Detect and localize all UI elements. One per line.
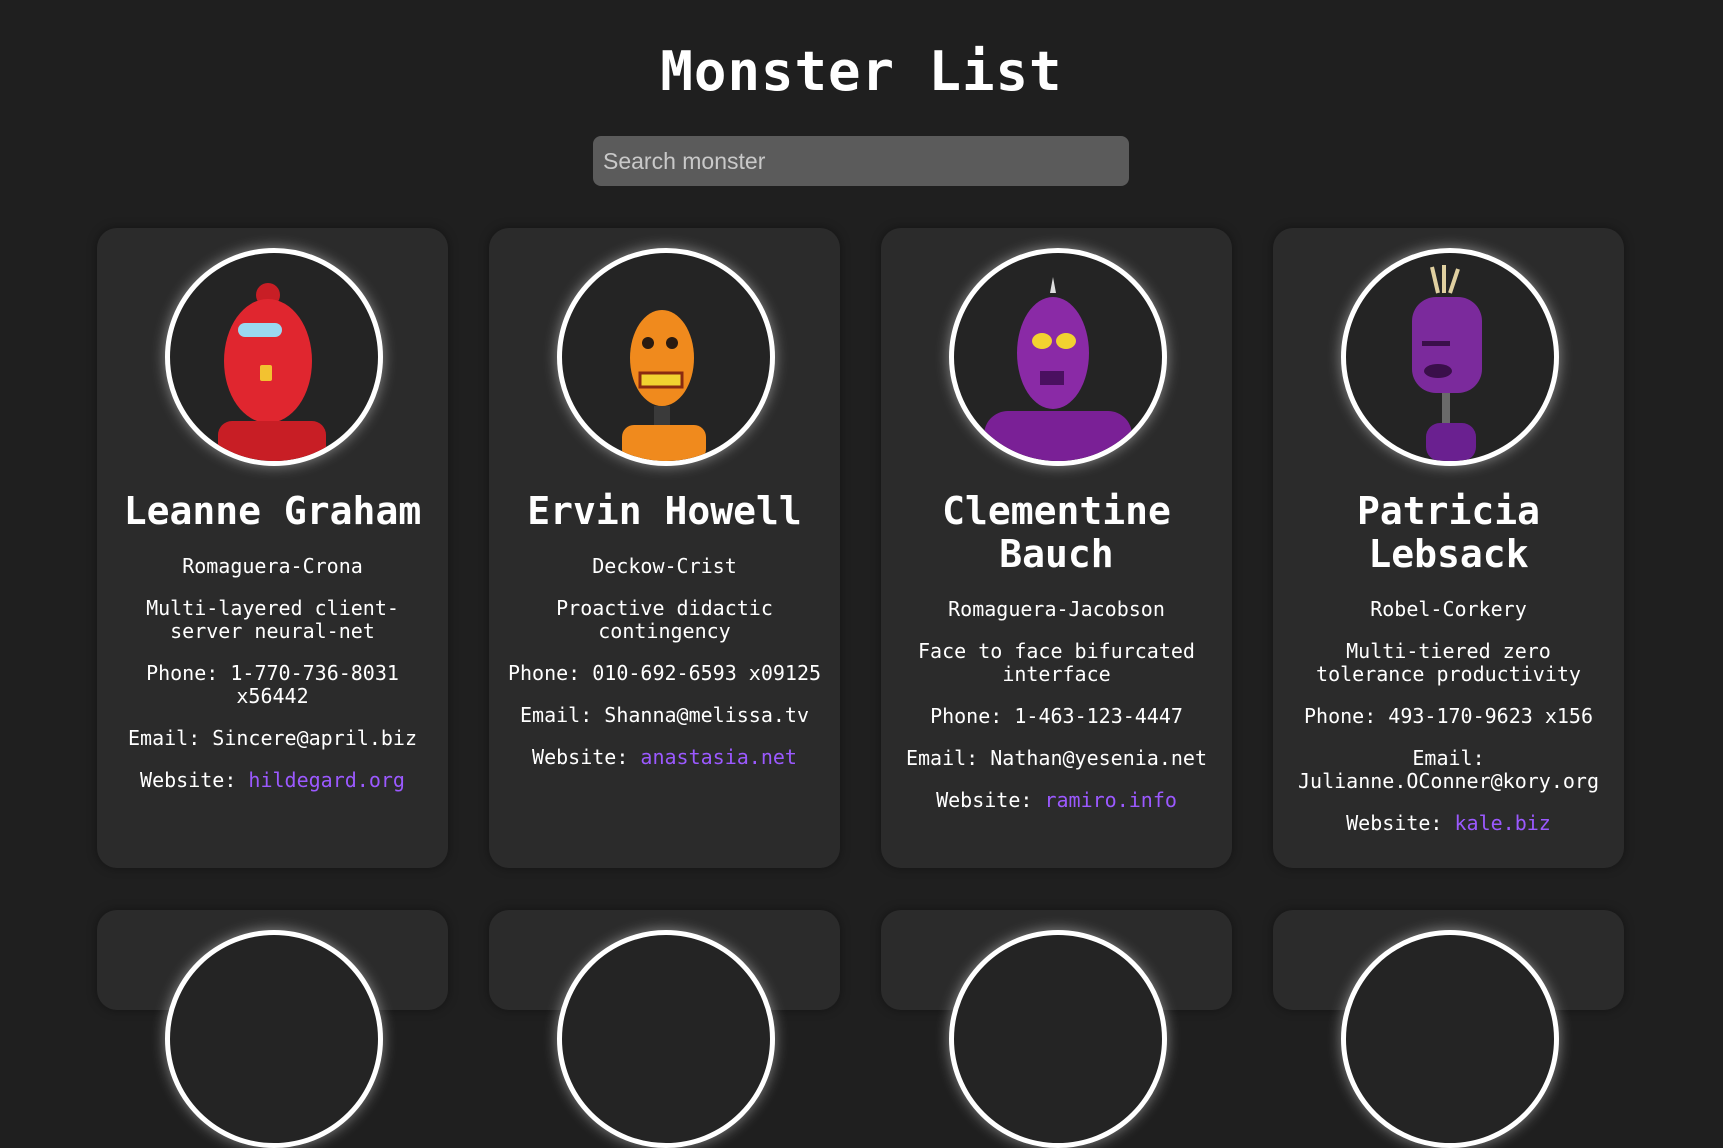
email-value: Julianne.OConner@kory.org bbox=[1297, 769, 1600, 793]
monster-company: Robel-Corkery bbox=[1370, 597, 1527, 621]
email-value: Sincere@april.biz bbox=[212, 726, 417, 750]
website-label: Website: bbox=[1346, 811, 1443, 835]
email-label: Email: bbox=[1412, 746, 1485, 770]
monster-email: Email: Nathan@yesenia.net bbox=[895, 747, 1218, 770]
monster-catch-phrase: Proactive didactic contingency bbox=[556, 596, 773, 643]
monster-catch-phrase: Multi-tiered zero tolerance productivity bbox=[1316, 639, 1581, 686]
website-link[interactable]: ramiro.info bbox=[1044, 788, 1176, 812]
website-label: Website: bbox=[936, 788, 1033, 812]
monster-phone: Phone: 010-692-6593 x09125 bbox=[503, 662, 826, 685]
website-link[interactable]: kale.biz bbox=[1455, 811, 1551, 835]
email-value: Nathan@yesenia.net bbox=[990, 746, 1208, 770]
monster-card[interactable]: Clementine Bauch Romaguera-Jacobson Face… bbox=[881, 228, 1232, 868]
monster-phone: Phone: 1-770-736-8031 x56442 bbox=[111, 662, 434, 708]
robot-avatar-icon bbox=[1341, 930, 1559, 1148]
monster-email: Email: Julianne.OConner@kory.org bbox=[1287, 747, 1610, 793]
phone-label: Phone: bbox=[930, 704, 1003, 728]
monster-card[interactable] bbox=[97, 910, 448, 1148]
red-robot-icon bbox=[165, 248, 383, 466]
phone-label: Phone: bbox=[146, 661, 219, 685]
monster-email: Email: Sincere@april.biz bbox=[111, 727, 434, 750]
monster-website: Website: kale.biz bbox=[1287, 812, 1610, 835]
monster-card[interactable]: Leanne Graham Romaguera-Crona Multi-laye… bbox=[97, 228, 448, 868]
monster-card[interactable] bbox=[489, 910, 840, 1148]
monster-website: Website: hildegard.org bbox=[111, 769, 434, 792]
monster-card[interactable]: Patricia Lebsack Robel-Corkery Multi-tie… bbox=[1273, 228, 1624, 868]
purple-robot-icon bbox=[949, 248, 1167, 466]
monster-name: Leanne Graham bbox=[123, 489, 422, 533]
monster-company: Romaguera-Jacobson bbox=[948, 597, 1165, 621]
monster-card[interactable]: Ervin Howell Deckow-Crist Proactive dida… bbox=[489, 228, 840, 868]
phone-label: Phone: bbox=[1304, 704, 1377, 728]
phone-value: 493-170-9623 x156 bbox=[1388, 704, 1593, 728]
monster-company: Romaguera-Crona bbox=[182, 554, 363, 578]
monster-website: Website: ramiro.info bbox=[895, 789, 1218, 812]
orange-robot-icon bbox=[557, 248, 775, 466]
violet-robot-icon bbox=[1341, 248, 1559, 466]
email-label: Email: bbox=[128, 726, 201, 750]
email-value: Shanna@melissa.tv bbox=[604, 703, 809, 727]
monster-company: Deckow-Crist bbox=[592, 554, 737, 578]
robot-avatar-icon bbox=[949, 930, 1167, 1148]
monster-name: Patricia Lebsack bbox=[1356, 489, 1541, 576]
monster-phone: Phone: 493-170-9623 x156 bbox=[1287, 705, 1610, 728]
monster-phone: Phone: 1-463-123-4447 bbox=[895, 705, 1218, 728]
monster-name: Ervin Howell bbox=[527, 489, 802, 533]
page-title: Monster List bbox=[660, 40, 1063, 103]
email-label: Email: bbox=[520, 703, 593, 727]
monster-email: Email: Shanna@melissa.tv bbox=[503, 704, 826, 727]
monster-name: Clementine Bauch bbox=[942, 489, 1171, 576]
website-link[interactable]: anastasia.net bbox=[640, 745, 797, 769]
monster-card[interactable] bbox=[1273, 910, 1624, 1148]
phone-label: Phone: bbox=[507, 661, 581, 685]
website-label: Website: bbox=[532, 745, 629, 769]
phone-value: 1-770-736-8031 x56442 bbox=[230, 661, 399, 708]
monster-card[interactable] bbox=[881, 910, 1232, 1148]
robot-avatar-icon bbox=[165, 930, 383, 1148]
robot-avatar-icon bbox=[557, 930, 775, 1148]
monster-catch-phrase: Face to face bifurcated interface bbox=[918, 639, 1195, 686]
monster-catch-phrase: Multi-layered client-server neural-net bbox=[146, 596, 399, 643]
monster-website: Website: anastasia.net bbox=[503, 746, 826, 769]
website-label: Website: bbox=[140, 768, 237, 792]
phone-value: 010-692-6593 x09125 bbox=[592, 661, 822, 685]
phone-value: 1-463-123-4447 bbox=[1014, 704, 1183, 728]
email-label: Email: bbox=[905, 746, 979, 770]
search-input[interactable] bbox=[593, 136, 1129, 186]
website-link[interactable]: hildegard.org bbox=[248, 768, 405, 792]
